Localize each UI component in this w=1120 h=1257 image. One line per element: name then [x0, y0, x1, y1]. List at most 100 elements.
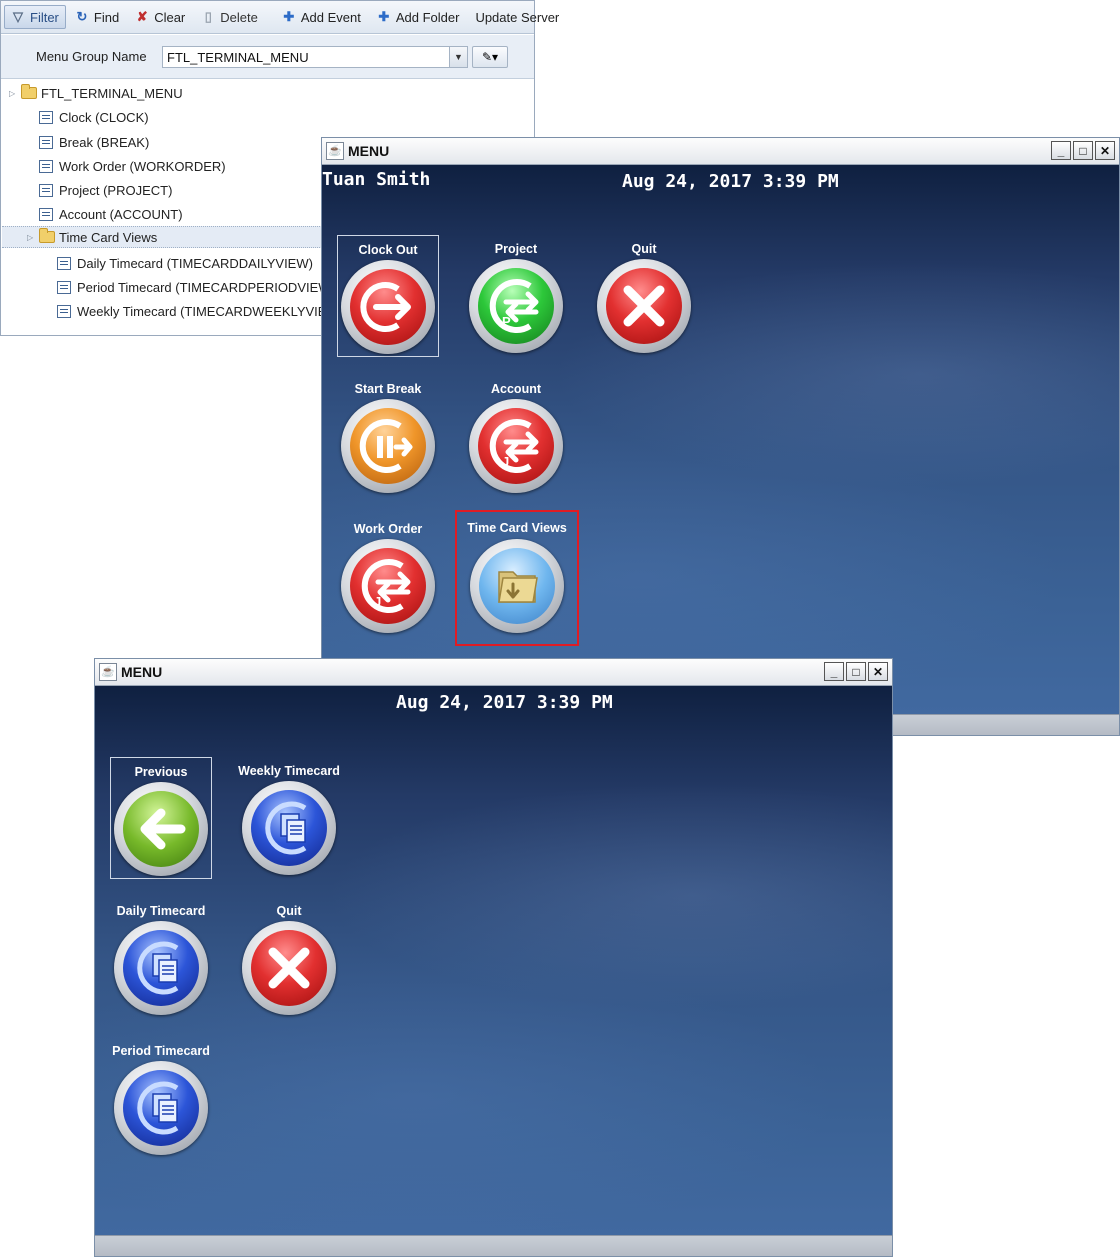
- minimize-button[interactable]: _: [1051, 141, 1071, 160]
- tree-item[interactable]: Work Order (WORKORDER): [39, 155, 226, 177]
- previous-button[interactable]: [114, 782, 208, 876]
- menu-item-icon: [39, 207, 53, 221]
- timecard-menu-window: ☕ MENU _ □ ✕ Aug 24, 2017 3:39 PM Previo…: [94, 658, 893, 1257]
- find-button[interactable]: ↻ Find: [68, 5, 126, 29]
- add-folder-button[interactable]: ✚ Add Folder: [370, 5, 467, 29]
- start-break-button[interactable]: [341, 399, 435, 493]
- tree-item[interactable]: Account (ACCOUNT): [39, 203, 183, 225]
- document-copy-icon: [265, 801, 307, 855]
- plus-icon: ✚: [378, 9, 390, 24]
- close-button[interactable]: ✕: [1095, 141, 1115, 160]
- current-datetime: Aug 24, 2017 3:39 PM: [622, 171, 839, 192]
- time-card-views-label: Time Card Views: [467, 521, 567, 535]
- period-timecard-label: Period Timecard: [112, 1044, 210, 1058]
- update-server-button[interactable]: Update Server: [468, 5, 566, 29]
- clock-out-tile[interactable]: Clock Out: [337, 235, 439, 357]
- clear-icon: ✘: [136, 9, 148, 24]
- document-copy-icon: [137, 1081, 179, 1135]
- java-app-icon: ☕: [99, 663, 117, 681]
- transfer-arrows-icon: P: [489, 279, 539, 333]
- tree-item[interactable]: Clock (CLOCK): [39, 106, 149, 128]
- expand-arrow-icon[interactable]: ▷: [27, 233, 35, 242]
- quit-button[interactable]: [242, 921, 336, 1015]
- work-order-button[interactable]: J: [341, 539, 435, 633]
- previous-label: Previous: [134, 765, 188, 779]
- account-label: Account: [491, 382, 541, 396]
- account-button[interactable]: J: [469, 399, 563, 493]
- menu-item-icon: [39, 159, 53, 173]
- editor-toolbar: ▽ Filter ↻ Find ✘ Clear ▯ Delete ✚ Add E…: [1, 1, 559, 34]
- menu-group-label: Menu Group Name: [36, 49, 147, 64]
- chevron-down-icon[interactable]: ▼: [449, 47, 467, 67]
- project-tile[interactable]: Project P: [465, 235, 567, 357]
- time-card-views-button[interactable]: [470, 539, 564, 633]
- edit-menu-group-button[interactable]: ✎▾: [472, 46, 508, 68]
- work-order-tile[interactable]: Work Order J: [337, 515, 439, 637]
- window-title: MENU: [121, 664, 163, 680]
- menu-item-icon: [57, 280, 71, 294]
- folder-icon: [21, 84, 37, 99]
- add-event-button[interactable]: ✚ Add Event: [275, 5, 368, 29]
- weekly-timecard-button[interactable]: [242, 781, 336, 875]
- user-name: Tuan Smith: [322, 169, 431, 190]
- quit-tile[interactable]: Quit: [238, 897, 340, 1019]
- timecard-menu-statusbar: [95, 1235, 892, 1256]
- account-tile[interactable]: Account J: [465, 375, 567, 497]
- refresh-icon: ↻: [76, 9, 88, 24]
- weekly-timecard-label: Weekly Timecard: [238, 764, 340, 778]
- quit-button[interactable]: [597, 259, 691, 353]
- maximize-button[interactable]: □: [1073, 141, 1093, 160]
- pause-arrow-icon: [359, 419, 413, 473]
- clock-out-button[interactable]: [341, 260, 435, 354]
- period-timecard-button[interactable]: [114, 1061, 208, 1155]
- filter-icon: ▽: [13, 9, 23, 24]
- menu-group-value: FTL_TERMINAL_MENU: [167, 50, 309, 65]
- current-datetime: Aug 24, 2017 3:39 PM: [396, 692, 613, 713]
- document-copy-icon: [137, 941, 179, 995]
- delete-button[interactable]: ▯ Delete: [194, 5, 265, 29]
- x-icon: [268, 947, 310, 989]
- clear-button[interactable]: ✘ Clear: [128, 5, 192, 29]
- plus-icon: ✚: [283, 9, 295, 24]
- clock-out-label: Clock Out: [358, 243, 418, 257]
- java-app-icon: ☕: [326, 142, 344, 160]
- expand-arrow-icon[interactable]: ▷: [9, 89, 17, 98]
- weekly-timecard-tile[interactable]: Weekly Timecard: [238, 757, 340, 879]
- clock-out-arrow-icon: [360, 282, 411, 332]
- main-menu-panel: Tuan Smith Aug 24, 2017 3:39 PM Clock Ou…: [322, 165, 1119, 715]
- trash-icon: ▯: [204, 9, 212, 24]
- quit-tile[interactable]: Quit: [593, 235, 695, 357]
- menu-item-icon: [39, 110, 53, 124]
- time-card-views-tile[interactable]: Time Card Views: [455, 510, 579, 646]
- daily-timecard-button[interactable]: [114, 921, 208, 1015]
- daily-timecard-label: Daily Timecard: [116, 904, 206, 918]
- folder-icon: [39, 228, 55, 243]
- tree-item[interactable]: Break (BREAK): [39, 131, 149, 153]
- menu-group-select[interactable]: FTL_TERMINAL_MENU ▼: [162, 46, 468, 68]
- tree-item[interactable]: Weekly Timecard (TIMECARDWEEKLYVIEW): [57, 300, 343, 322]
- svg-text:P: P: [502, 314, 511, 329]
- tree-item[interactable]: Project (PROJECT): [39, 179, 172, 201]
- close-button[interactable]: ✕: [868, 662, 888, 681]
- tree-item[interactable]: Daily Timecard (TIMECARDDAILYVIEW): [57, 252, 313, 274]
- maximize-button[interactable]: □: [846, 662, 866, 681]
- transfer-arrows-icon: J: [361, 559, 411, 613]
- start-break-tile[interactable]: Start Break: [337, 375, 439, 497]
- menu-item-icon: [39, 183, 53, 197]
- folder-icon: [498, 571, 538, 603]
- daily-timecard-tile[interactable]: Daily Timecard: [110, 897, 212, 1019]
- period-timecard-tile[interactable]: Period Timecard: [110, 1037, 212, 1159]
- main-menu-titlebar: ☕ MENU _ □ ✕: [322, 138, 1119, 165]
- minimize-button[interactable]: _: [824, 662, 844, 681]
- transfer-arrows-icon: J: [489, 419, 539, 473]
- project-button[interactable]: P: [469, 259, 563, 353]
- previous-tile[interactable]: Previous: [110, 757, 212, 879]
- menu-item-icon: [57, 256, 71, 270]
- tree-item[interactable]: Period Timecard (TIMECARDPERIODVIEW): [57, 276, 335, 298]
- timecard-menu-titlebar: ☕ MENU _ □ ✕: [95, 659, 892, 686]
- filter-button[interactable]: ▽ Filter: [4, 5, 66, 29]
- svg-text:J: J: [502, 454, 509, 469]
- tree-node-root[interactable]: ▷ FTL_TERMINAL_MENU: [9, 82, 183, 104]
- menu-item-icon: [39, 135, 53, 149]
- project-label: Project: [494, 242, 538, 256]
